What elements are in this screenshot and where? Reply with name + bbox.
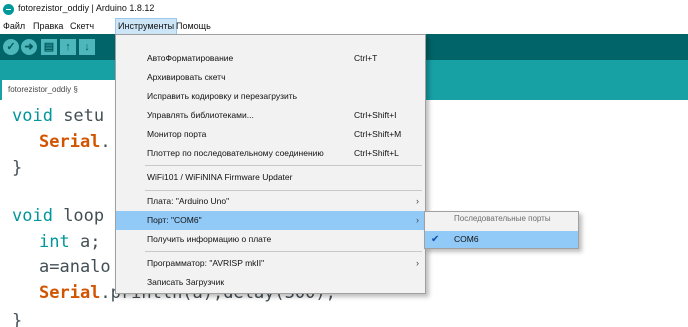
upload-button[interactable]: ➜: [21, 39, 37, 55]
code-object: Serial: [39, 283, 101, 303]
code-line-2: Serial.: [39, 132, 111, 152]
code-line-4: void loop: [12, 206, 104, 226]
menu-item-label: WiFi101 / WiFiNINA Firmware Updater: [147, 172, 293, 182]
code-line-5: int a;: [39, 232, 100, 252]
menu-item-shortcut: Ctrl+T: [354, 53, 378, 63]
menu-item-label: Порт: "COM6": [147, 215, 202, 225]
code-object: Serial: [39, 132, 101, 152]
checkmark-icon: ✔: [431, 234, 440, 245]
menu-item-burn-bootloader[interactable]: Записать Загрузчик: [116, 273, 425, 292]
code-keyword: void: [12, 206, 53, 226]
port-option-com6[interactable]: ✔ COM6: [425, 231, 578, 248]
menu-item-wifi-firmware-updater[interactable]: WiFi101 / WiFiNINA Firmware Updater: [116, 168, 425, 187]
new-sketch-button[interactable]: ▤: [41, 39, 57, 55]
menu-sketch[interactable]: Скетч: [68, 19, 96, 34]
save-sketch-button[interactable]: ↓: [79, 39, 95, 55]
menu-help[interactable]: Помощь: [174, 19, 213, 34]
menu-item-label: Управлять библиотеками...: [147, 110, 254, 120]
arduino-app-icon: [3, 4, 14, 15]
menu-item-programmer[interactable]: Программатор: "AVRISP mkII" ›: [116, 254, 425, 273]
menu-file[interactable]: Файл: [1, 19, 27, 34]
open-sketch-button[interactable]: ↑: [60, 39, 76, 55]
menu-item-label: Плоттер по последовательному соединению: [147, 148, 324, 158]
title-bar: fotorezistor_oddiy | Arduino 1.8.12: [0, 0, 688, 18]
tab-sketch[interactable]: fotorezistor_oddiy §: [2, 80, 128, 100]
open-arrow-icon: ↑: [65, 41, 71, 53]
menu-tools[interactable]: Инструменты: [114, 18, 178, 35]
menu-bar: Файл Правка Скетч Инструменты Помощь: [0, 18, 688, 35]
verify-button[interactable]: ✓: [3, 39, 19, 55]
menu-item-label: Архивировать скетч: [147, 72, 226, 82]
chevron-right-icon: ›: [416, 258, 419, 268]
menu-separator: [145, 165, 422, 166]
port-submenu: Последовательные порты ✔ COM6: [424, 211, 579, 249]
check-icon: ✓: [6, 41, 16, 53]
chevron-right-icon: ›: [416, 215, 419, 225]
port-option-label: COM6: [454, 234, 479, 244]
menu-item-shortcut: Ctrl+Shift+M: [354, 129, 402, 139]
menu-item-label: Программатор: "AVRISP mkII": [147, 258, 265, 268]
menu-item-manage-libraries[interactable]: Управлять библиотеками... Ctrl+Shift+I: [116, 106, 425, 125]
menu-edit[interactable]: Правка: [31, 19, 65, 34]
menu-item-fix-encoding[interactable]: Исправить кодировку и перезагрузить: [116, 87, 425, 106]
save-arrow-icon: ↓: [84, 41, 90, 53]
menu-item-label: Монитор порта: [147, 129, 207, 139]
code-text: loop: [52, 206, 105, 226]
code-text: setu: [52, 106, 105, 126]
code-line-6: a=analo: [39, 257, 111, 277]
menu-item-board-info[interactable]: Получить информацию о плате: [116, 230, 425, 249]
code-line-8: }: [12, 311, 23, 327]
menu-item-port[interactable]: Порт: "COM6" ›: [116, 211, 425, 230]
code-line-1: void setu: [12, 106, 104, 126]
menu-separator: [145, 190, 422, 191]
menu-item-label: Получить информацию о плате: [147, 234, 272, 244]
window-title: fotorezistor_oddiy | Arduino 1.8.12: [18, 3, 155, 13]
code-line-3: }: [12, 158, 23, 178]
arrow-right-icon: ➜: [24, 41, 34, 53]
menu-item-label: Исправить кодировку и перезагрузить: [147, 91, 298, 101]
menu-item-serial-monitor[interactable]: Монитор порта Ctrl+Shift+M: [116, 125, 425, 144]
menu-item-board[interactable]: Плата: "Arduino Uno" ›: [116, 192, 425, 211]
menu-separator: [145, 251, 422, 252]
submenu-header: Последовательные порты: [454, 214, 551, 223]
code-keyword: void: [12, 106, 53, 126]
chevron-right-icon: ›: [416, 196, 419, 206]
menu-item-archive-sketch[interactable]: Архивировать скетч: [116, 68, 425, 87]
code-text: .: [100, 132, 111, 152]
menu-item-autoformat[interactable]: АвтоФорматирование Ctrl+T: [116, 49, 425, 68]
menu-item-label: Плата: "Arduino Uno": [147, 196, 230, 206]
code-keyword: int: [39, 232, 70, 252]
menu-item-label: АвтоФорматирование: [147, 53, 234, 63]
tools-dropdown-menu: АвтоФорматирование Ctrl+T Архивировать с…: [115, 34, 426, 294]
menu-item-shortcut: Ctrl+Shift+L: [354, 148, 399, 158]
menu-item-serial-plotter[interactable]: Плоттер по последовательному соединению …: [116, 144, 425, 163]
code-text: a;: [69, 232, 101, 252]
menu-item-shortcut: Ctrl+Shift+I: [354, 110, 397, 120]
menu-item-label: Записать Загрузчик: [147, 277, 225, 287]
new-file-icon: ▤: [43, 41, 55, 53]
